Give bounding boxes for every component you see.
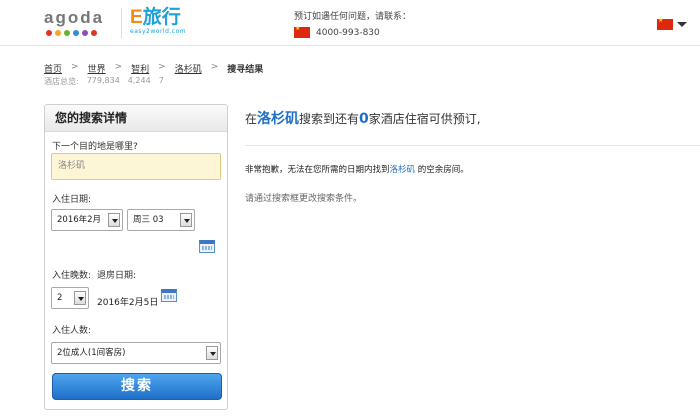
site-header: agoda E旅行 easy2world.com 预订如遇任何问题，请联系： 4…	[0, 0, 700, 46]
search-panel-title: 您的搜索详情	[45, 105, 227, 132]
hotel-count-country: 4,244	[127, 76, 151, 85]
breadcrumb-separator: >	[71, 62, 79, 72]
destination-label: 下一个目的地是哪里?	[52, 142, 138, 152]
logo-dot	[82, 30, 88, 36]
easy2world-logo-text: 旅行	[142, 7, 181, 28]
breadcrumb-home[interactable]: 首页	[44, 62, 62, 75]
agoda-logo-text: agoda	[44, 8, 105, 27]
china-flag-icon	[294, 25, 310, 38]
checkin-day-value: 周三 03	[133, 215, 164, 225]
nights-select[interactable]: 2	[51, 287, 89, 309]
logo-dot	[64, 30, 70, 36]
contact-row: 4000-993-830	[294, 25, 411, 38]
guests-value: 2位成人(1间客房)	[57, 348, 126, 358]
checkin-label: 入住日期:	[52, 195, 92, 205]
chevron-down-icon	[677, 22, 687, 27]
breadcrumb-current: 搜寻结果	[227, 65, 264, 75]
checkin-month-value: 2016年2月	[57, 215, 102, 225]
results-city: 洛杉矶	[257, 111, 300, 127]
divider	[245, 145, 700, 146]
guests-label: 入住人数:	[52, 326, 92, 336]
chevron-down-icon	[108, 213, 120, 227]
easy2world-logo-main: E旅行	[130, 8, 218, 28]
checkin-month-select[interactable]: 2016年2月	[51, 209, 123, 231]
no-results-city: 洛杉矶	[389, 165, 416, 175]
results-title-prefix: 在	[245, 112, 258, 126]
logo-dot	[91, 30, 97, 36]
breadcrumb-country[interactable]: 智利	[131, 62, 149, 75]
easy2world-logo-sub: easy2world.com	[130, 28, 187, 35]
chevron-down-icon	[74, 291, 86, 305]
contact-phone: 4000-993-830	[316, 27, 380, 38]
no-results-prefix: 非常抱歉，无法在您所需的日期内找到	[245, 165, 390, 175]
agoda-logo-dots	[46, 30, 110, 36]
destination-input[interactable]: 洛杉矶	[51, 153, 221, 180]
breadcrumb-separator: >	[158, 62, 166, 72]
logo-dot	[46, 30, 52, 36]
guests-select[interactable]: 2位成人(1间客房)	[51, 342, 221, 364]
chevron-down-icon	[206, 346, 218, 360]
breadcrumb-world[interactable]: 世界	[88, 62, 106, 75]
logo-dot	[73, 30, 79, 36]
breadcrumb-city[interactable]: 洛杉矶	[175, 62, 202, 75]
calendar-icon[interactable]	[161, 289, 177, 302]
easy2world-logo[interactable]: E旅行 easy2world.com	[130, 8, 218, 38]
results-count: 0	[359, 111, 369, 127]
easy2world-logo-e: E	[130, 7, 143, 28]
checkout-date: 2016年2月5日	[97, 298, 159, 308]
no-results-suffix: 的空余房间。	[415, 165, 469, 175]
logo-divider	[121, 8, 122, 38]
hotel-count-world: 779,834	[86, 76, 120, 85]
contact-info: 预订如遇任何问题，请联系： 4000-993-830	[294, 9, 411, 38]
chevron-down-icon	[180, 213, 192, 227]
hotel-counts: 酒店总览: 779,834 4,244 7	[44, 76, 172, 87]
hotel-count-city: 7	[158, 76, 164, 85]
breadcrumb-separator: >	[114, 62, 123, 72]
results-title-middle: 搜索到还有	[299, 112, 360, 126]
no-results-message: 非常抱歉，无法在您所需的日期内找到洛杉矶 的空余房间。	[245, 163, 469, 175]
breadcrumb-separator: >	[210, 62, 219, 72]
nights-label: 入住晚数:	[52, 271, 92, 281]
results-title: 在洛杉矶搜索到还有0家酒店住宿可供预订,	[245, 108, 481, 128]
china-flag-icon	[657, 17, 673, 30]
search-panel: 您的搜索详情 下一个目的地是哪里? 洛杉矶 入住日期: 2016年2月 周三 0…	[44, 104, 228, 410]
search-hint: 请通过搜索框更改搜索条件。	[245, 194, 363, 204]
nights-value: 2	[57, 293, 63, 303]
logo-dot	[55, 30, 61, 36]
breadcrumb: 首页 > 世界 > 智利 > 洛杉矶 > 搜寻结果	[44, 62, 263, 75]
contact-label: 预订如遇任何问题，请联系：	[294, 12, 412, 22]
checkin-day-select[interactable]: 周三 03	[127, 209, 195, 231]
results-title-suffix: 家酒店住宿可供预订,	[368, 112, 481, 126]
agoda-logo[interactable]: agoda	[44, 9, 110, 37]
search-button[interactable]: 搜索	[52, 373, 222, 400]
checkout-label: 退房日期:	[97, 271, 137, 281]
calendar-icon[interactable]	[199, 240, 215, 253]
language-selector[interactable]	[657, 17, 687, 30]
hotel-counts-label: 酒店总览:	[44, 77, 79, 86]
